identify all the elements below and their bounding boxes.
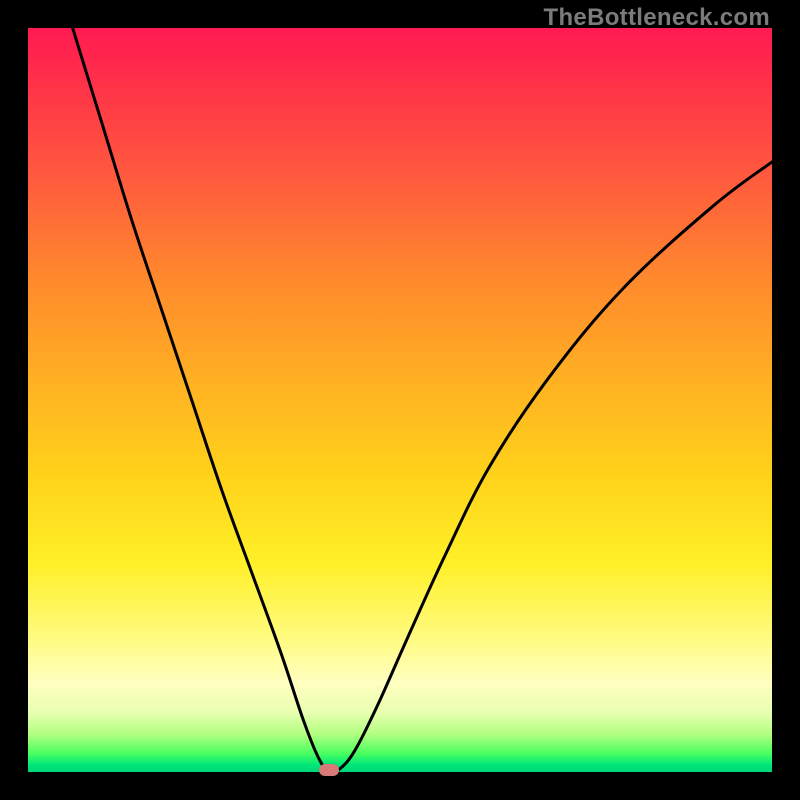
curve-svg (28, 28, 772, 772)
chart-frame: TheBottleneck.com (0, 0, 800, 800)
bottleneck-curve-path (73, 28, 772, 773)
minimum-marker (319, 764, 339, 776)
plot-area (28, 28, 772, 772)
